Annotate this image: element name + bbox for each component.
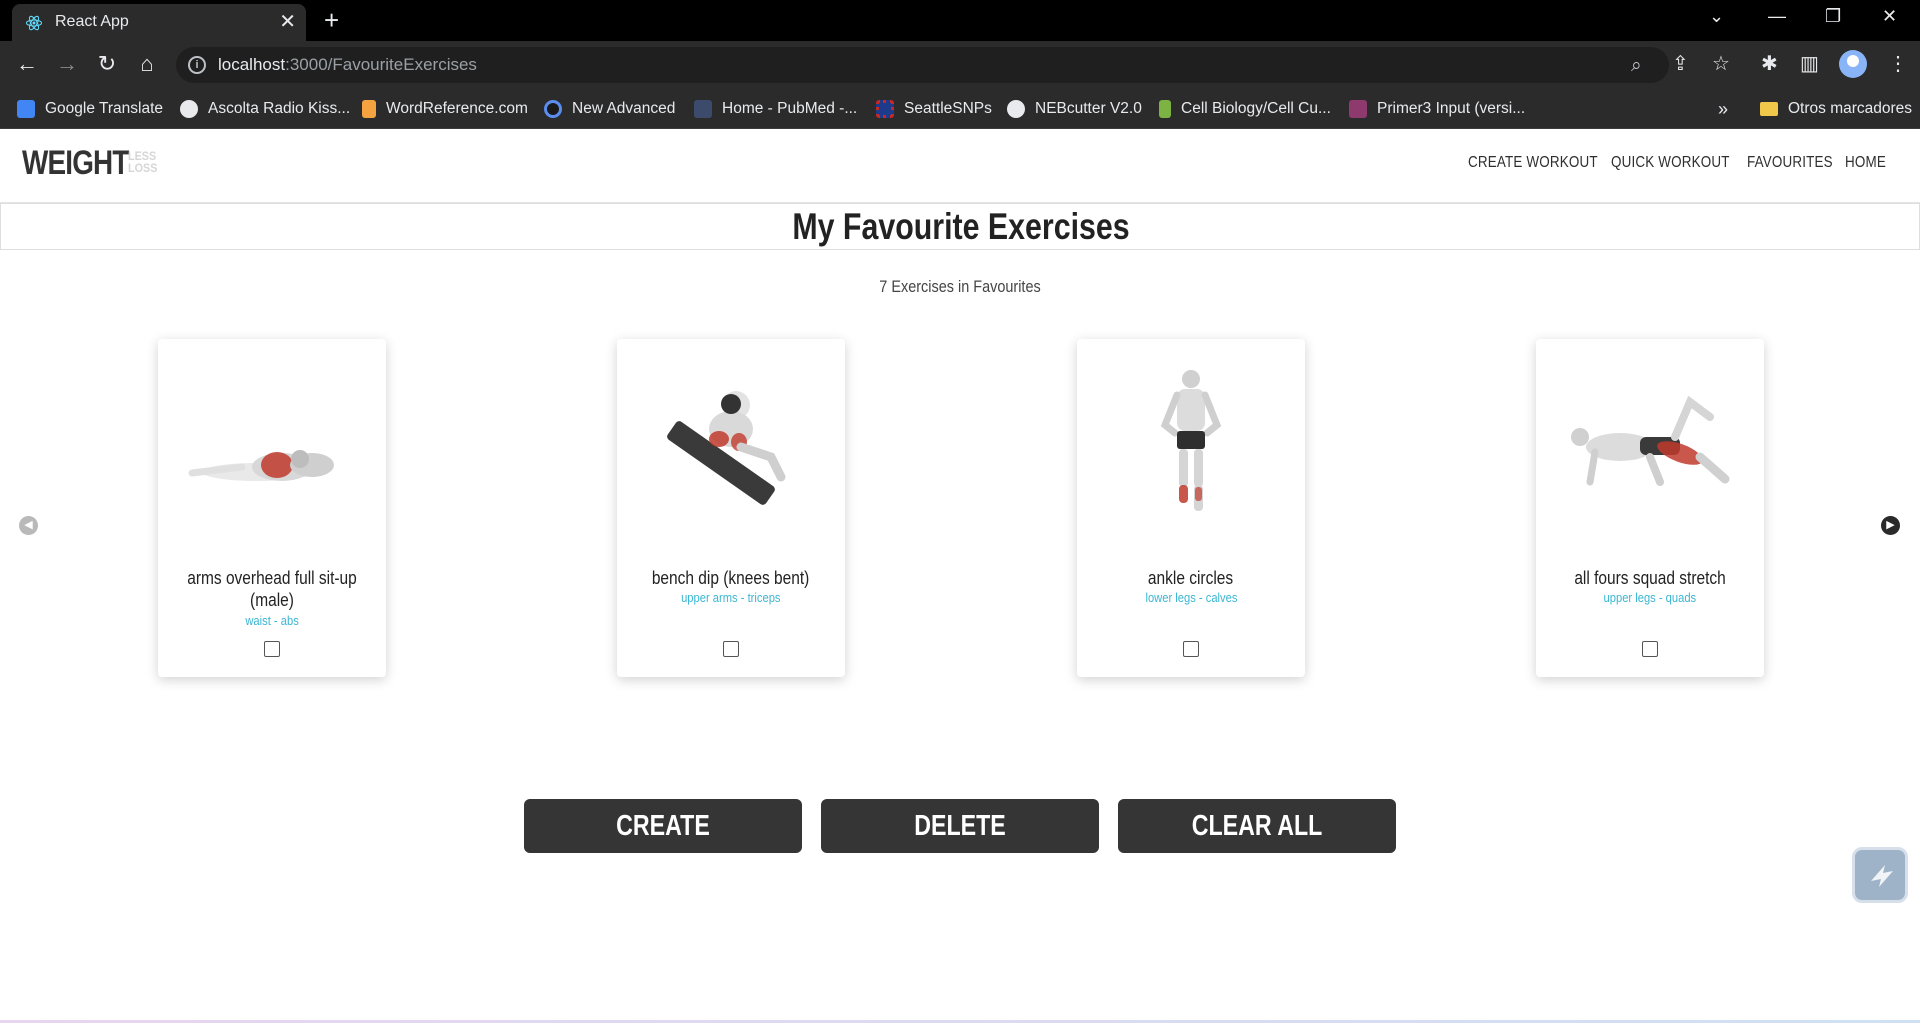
nav-quick-workout[interactable]: QUICK WORKOUT <box>1611 154 1730 172</box>
restore-icon[interactable]: ❐ <box>1825 6 1841 27</box>
new-tab-icon[interactable]: + <box>324 7 339 33</box>
exercise-target: upper arms - triceps <box>681 590 781 605</box>
clear-all-favourites-button[interactable]: CLEAR ALL FAVOURITES <box>1118 799 1396 896</box>
bolt-icon <box>1871 865 1893 887</box>
primer3-icon <box>1349 100 1367 118</box>
page-title: My Favourite Exercises <box>792 206 1130 247</box>
globe-icon <box>1007 100 1025 118</box>
home-icon[interactable]: ⌂ <box>133 51 161 77</box>
bookmark-item[interactable]: SeattleSNPs <box>876 95 992 123</box>
browser-tabbar: React App ✕ + ⌄ — ❐ ✕ <box>0 0 1920 41</box>
create-workout-button[interactable]: CREATE WORKOUT <box>524 799 802 896</box>
exercise-card[interactable]: arms overhead full sit-up (male) waist -… <box>158 339 386 677</box>
floating-helper-button[interactable] <box>1852 847 1908 903</box>
address-bar[interactable]: i localhost:3000/FavouriteExercises ⌕ <box>176 47 1669 83</box>
reload-icon[interactable]: ↻ <box>93 51 121 77</box>
zoom-icon[interactable]: ⌕ <box>1631 55 1642 77</box>
exercise-checkbox[interactable] <box>264 641 280 657</box>
other-bookmarks-folder[interactable]: Otros marcadores <box>1760 95 1912 123</box>
page-bottom-border <box>0 1020 1920 1023</box>
logo-main-text: WEIGHT <box>22 144 129 182</box>
exercise-name: all fours squad stretch <box>1574 568 1726 588</box>
bookmarks-bar: Google Translate Ascolta Radio Kiss... W… <box>0 89 1920 129</box>
app-root: WEIGHT LESS LOSS CREATE WORKOUT QUICK WOR… <box>0 129 1920 1024</box>
bookmark-item[interactable]: Primer3 Input (versi... <box>1349 95 1525 123</box>
exercise-checkbox[interactable] <box>1642 641 1658 657</box>
exercise-card[interactable]: all fours squad stretch upper legs - qua… <box>1536 339 1764 677</box>
minimize-icon[interactable]: — <box>1768 6 1786 27</box>
logo-sub-text: LESS LOSS <box>128 149 158 175</box>
bookmark-item[interactable]: New Advanced <box>544 95 675 123</box>
exercise-card[interactable]: bench dip (knees bent) upper arms - tric… <box>617 339 845 677</box>
back-icon[interactable]: ← <box>13 51 41 77</box>
folder-icon <box>1760 102 1778 116</box>
exercise-card[interactable]: ankle circles lower legs - calves <box>1077 339 1305 677</box>
exercise-checkbox[interactable] <box>723 641 739 657</box>
title-bar: My Favourite Exercises <box>0 203 1920 250</box>
bookmark-star-icon[interactable]: ☆ <box>1712 51 1730 76</box>
exercise-image <box>1571 395 1730 486</box>
exercise-target: waist - abs <box>245 613 299 628</box>
menu-kebab-icon[interactable]: ⋮ <box>1888 51 1908 76</box>
browser-toolbar: ← → ↻ ⌂ i localhost:3000/FavouriteExerci… <box>0 41 1920 89</box>
forward-icon[interactable]: → <box>53 51 81 77</box>
bookmark-item[interactable]: Cell Biology/Cell Cu... <box>1159 95 1331 123</box>
bookmark-item[interactable]: Google Translate <box>17 95 163 123</box>
profile-avatar[interactable] <box>1839 50 1867 78</box>
exercise-image <box>667 391 786 505</box>
cell-biology-icon <box>1159 100 1171 118</box>
bookmark-item[interactable]: Ascolta Radio Kiss... <box>180 95 350 123</box>
exercise-target: lower legs - calves <box>1145 590 1237 605</box>
favourites-count: 7 Exercises in Favourites <box>879 277 1041 296</box>
bookmark-item[interactable]: WordReference.com <box>362 95 528 123</box>
side-panel-icon[interactable]: ▥ <box>1800 51 1819 76</box>
exercise-image <box>1160 370 1222 511</box>
tab-title: React App <box>55 13 129 30</box>
delete-exercises-button[interactable]: DELETE EXERCISES <box>821 799 1099 896</box>
react-icon <box>25 15 43 31</box>
url-text: localhost:3000/FavouriteExercises <box>218 55 477 74</box>
new-advanced-icon <box>544 100 562 118</box>
nav-home[interactable]: HOME <box>1845 154 1886 172</box>
nav-create-workout[interactable]: CREATE WORKOUT <box>1468 154 1598 172</box>
carousel-next-icon[interactable]: ▶ <box>1881 516 1900 535</box>
exercise-name: bench dip (knees bent) <box>652 568 810 588</box>
bookmarks-overflow-icon[interactable]: » <box>1718 99 1728 120</box>
bookmark-item[interactable]: Home - PubMed -... <box>694 95 857 123</box>
google-translate-icon <box>17 100 35 118</box>
globe-icon <box>180 100 198 118</box>
extensions-icon[interactable]: ✱ <box>1761 51 1778 76</box>
exercise-name: arms overhead full sit-up (male) <box>187 568 357 610</box>
exercise-name: ankle circles <box>1148 568 1234 588</box>
app-header: WEIGHT LESS LOSS CREATE WORKOUT QUICK WOR… <box>0 129 1920 203</box>
browser-tab[interactable]: React App ✕ <box>12 4 306 41</box>
exercise-target: upper legs - quads <box>1603 590 1697 605</box>
nav-favourites[interactable]: FAVOURITES <box>1747 154 1833 172</box>
site-info-icon[interactable]: i <box>188 56 206 74</box>
close-window-icon[interactable]: ✕ <box>1882 6 1897 27</box>
bookmark-item[interactable]: NEBcutter V2.0 <box>1007 95 1142 123</box>
wordreference-icon <box>362 100 376 118</box>
tab-close-icon[interactable]: ✕ <box>279 12 296 32</box>
tab-search-icon[interactable]: ⌄ <box>1709 6 1724 27</box>
carousel-prev-icon[interactable]: ◀ <box>19 516 38 535</box>
pubmed-icon <box>694 100 712 118</box>
exercise-image <box>188 450 334 481</box>
share-icon[interactable]: ⇪ <box>1672 51 1689 76</box>
exercise-checkbox[interactable] <box>1183 641 1199 657</box>
seattlesnps-icon <box>876 100 894 118</box>
